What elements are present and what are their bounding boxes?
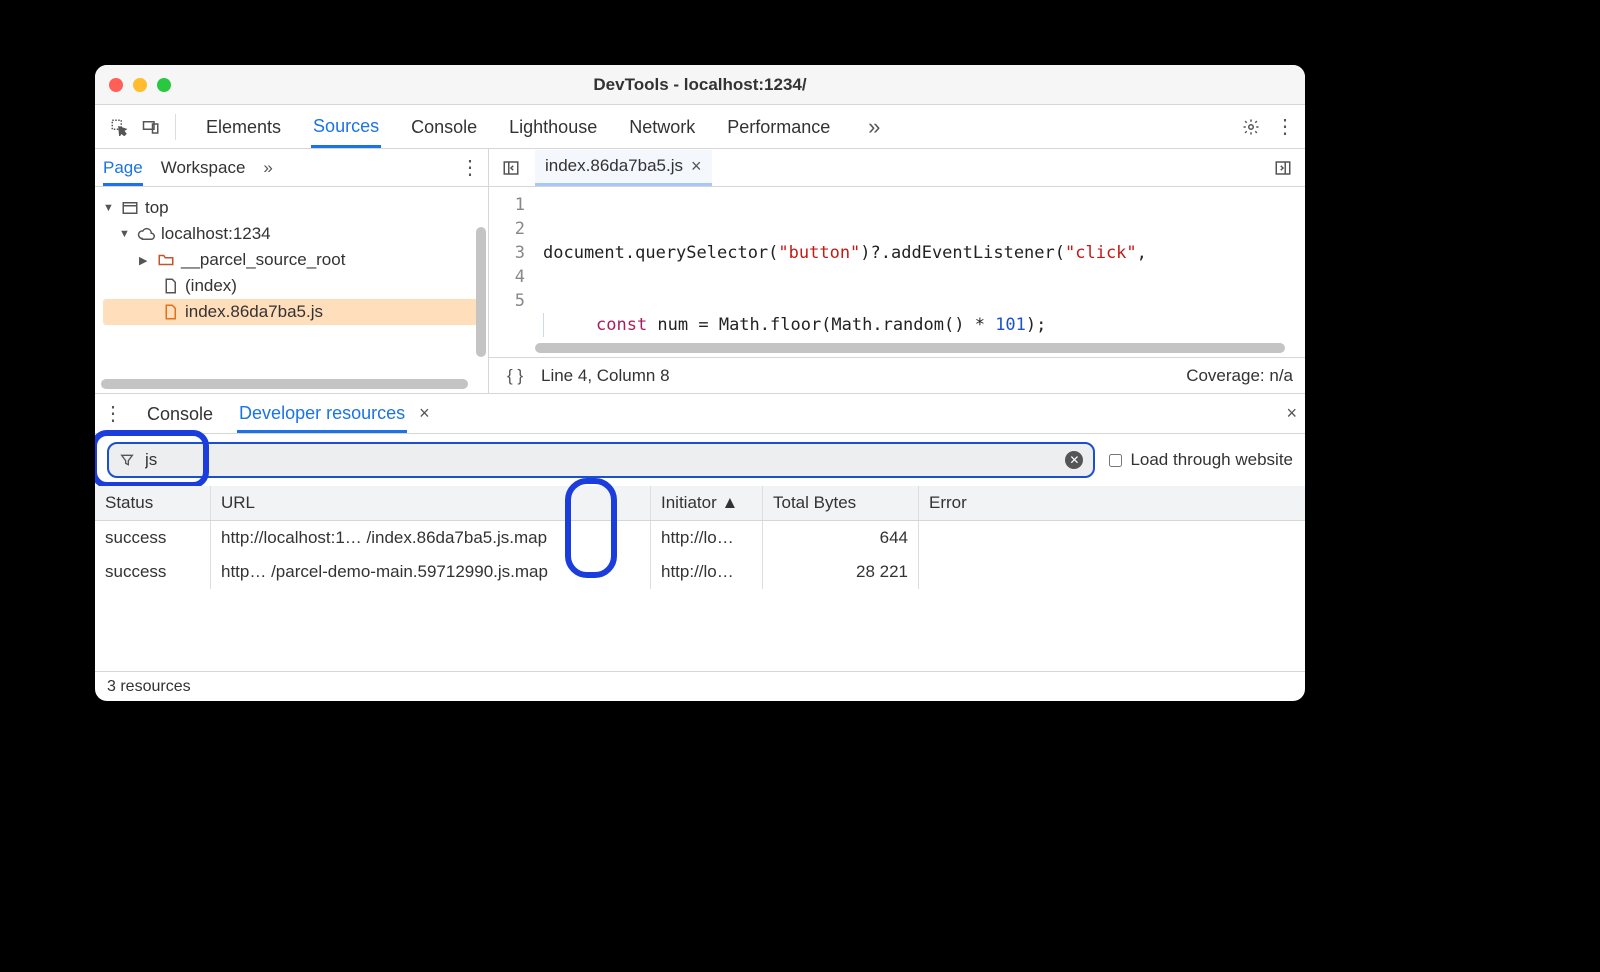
main-tabs: Elements Sources Console Lighthouse Netw… xyxy=(95,105,1305,149)
drawer: ⋮ Console Developer resources × × ✕ Load… xyxy=(95,393,1305,701)
coverage-status: Coverage: n/a xyxy=(1186,366,1293,386)
tree-origin[interactable]: ▼ localhost:1234 xyxy=(103,221,482,247)
sort-asc-icon: ▲ xyxy=(721,493,738,512)
drawer-tab-console[interactable]: Console xyxy=(145,396,215,431)
tab-sources[interactable]: Sources xyxy=(311,106,381,148)
navigator-sidebar: Page Workspace » ⋮ ▼ top ▼ localhost:123… xyxy=(95,149,489,393)
tree-label: localhost:1234 xyxy=(161,224,271,244)
window-title: DevTools - localhost:1234/ xyxy=(95,75,1305,95)
window-icon xyxy=(121,199,139,217)
drawer-footer: 3 resources xyxy=(95,671,1305,701)
sidebar-tab-workspace[interactable]: Workspace xyxy=(161,158,246,178)
editor-file-tab[interactable]: index.86da7ba5.js × xyxy=(535,150,712,186)
editor-statusbar: { } Line 4, Column 8 Coverage: n/a xyxy=(489,357,1305,393)
kebab-menu-icon[interactable]: ⋮ xyxy=(1275,114,1295,139)
tab-lighthouse[interactable]: Lighthouse xyxy=(507,107,599,146)
drawer-tab-developer-resources[interactable]: Developer resources xyxy=(237,395,407,433)
code-editor[interactable]: 1 2 3 4 5 document.querySelector("button… xyxy=(489,187,1305,357)
code-hscrollbar[interactable] xyxy=(535,343,1285,353)
document-icon xyxy=(161,277,179,295)
more-tabs-icon[interactable]: » xyxy=(860,113,888,141)
clear-filter-icon[interactable]: ✕ xyxy=(1065,451,1083,469)
col-initiator[interactable]: Initiator ▲ xyxy=(651,486,763,520)
tab-console[interactable]: Console xyxy=(409,107,479,146)
folder-icon xyxy=(157,251,175,269)
more-sidebar-tabs-icon[interactable]: » xyxy=(263,158,272,178)
line-gutter: 1 2 3 4 5 xyxy=(489,187,535,357)
divider xyxy=(175,114,176,140)
resources-table: Status URL Initiator ▲ Total Bytes Error… xyxy=(95,486,1305,671)
tab-network[interactable]: Network xyxy=(627,107,697,146)
tree-top-frame[interactable]: ▼ top xyxy=(103,195,482,221)
titlebar: DevTools - localhost:1234/ xyxy=(95,65,1305,105)
pretty-print-icon[interactable]: { } xyxy=(501,362,529,390)
editor-pane: index.86da7ba5.js × 1 2 3 4 5 document.q… xyxy=(489,149,1305,393)
settings-icon[interactable] xyxy=(1237,113,1265,141)
tree-label: __parcel_source_root xyxy=(181,250,345,270)
toggle-navigator-icon[interactable] xyxy=(497,154,525,182)
tree-file-selected[interactable]: index.86da7ba5.js xyxy=(103,299,482,325)
close-icon[interactable]: × xyxy=(691,156,702,177)
tree-vscrollbar[interactable] xyxy=(474,227,488,373)
table-row[interactable]: success http://localhost:1… /index.86da7… xyxy=(95,521,1305,555)
tree-label: index.86da7ba5.js xyxy=(185,302,323,322)
resource-count: 3 resources xyxy=(107,678,191,696)
close-drawer-icon[interactable]: × xyxy=(1286,403,1297,424)
col-url[interactable]: URL xyxy=(211,486,651,520)
tree-label: top xyxy=(145,198,169,218)
sidebar-tab-page[interactable]: Page xyxy=(103,150,143,186)
tree-hscrollbar[interactable] xyxy=(101,379,468,389)
js-file-icon xyxy=(161,303,179,321)
drawer-kebab-icon[interactable]: ⋮ xyxy=(103,401,123,426)
file-tree: ▼ top ▼ localhost:1234 ▶ __parcel_source… xyxy=(95,187,488,393)
file-tab-name: index.86da7ba5.js xyxy=(545,156,683,176)
cursor-position: Line 4, Column 8 xyxy=(541,366,670,386)
tab-elements[interactable]: Elements xyxy=(204,107,283,146)
chevron-right-icon: ▶ xyxy=(139,254,151,267)
tab-performance[interactable]: Performance xyxy=(725,107,832,146)
tree-folder[interactable]: ▶ __parcel_source_root xyxy=(103,247,482,273)
load-through-label: Load through website xyxy=(1130,450,1293,470)
filter-field[interactable]: ✕ xyxy=(107,442,1095,478)
code-body: document.querySelector("button")?.addEve… xyxy=(535,187,1305,357)
table-row[interactable]: success http… /parcel-demo-main.59712990… xyxy=(95,555,1305,589)
filter-icon xyxy=(119,452,135,468)
toggle-debugger-icon[interactable] xyxy=(1269,154,1297,182)
chevron-down-icon: ▼ xyxy=(119,228,131,240)
table-header: Status URL Initiator ▲ Total Bytes Error xyxy=(95,486,1305,521)
load-through-checkbox[interactable] xyxy=(1109,454,1122,467)
sidebar-kebab-icon[interactable]: ⋮ xyxy=(460,155,480,180)
col-status[interactable]: Status xyxy=(95,486,211,520)
devtools-window: DevTools - localhost:1234/ Elements Sour… xyxy=(95,65,1305,701)
chevron-down-icon: ▼ xyxy=(103,202,115,214)
device-toolbar-icon[interactable] xyxy=(137,113,165,141)
inspect-element-icon[interactable] xyxy=(105,113,133,141)
filter-input[interactable] xyxy=(145,450,1055,470)
col-total-bytes[interactable]: Total Bytes xyxy=(763,486,919,520)
tree-label: (index) xyxy=(185,276,237,296)
col-error[interactable]: Error xyxy=(919,486,1305,520)
sources-pane: Page Workspace » ⋮ ▼ top ▼ localhost:123… xyxy=(95,149,1305,393)
close-icon[interactable]: × xyxy=(419,403,430,424)
tree-index[interactable]: (index) xyxy=(103,273,482,299)
cloud-icon xyxy=(137,225,155,243)
load-through-website-toggle[interactable]: Load through website xyxy=(1109,450,1293,470)
